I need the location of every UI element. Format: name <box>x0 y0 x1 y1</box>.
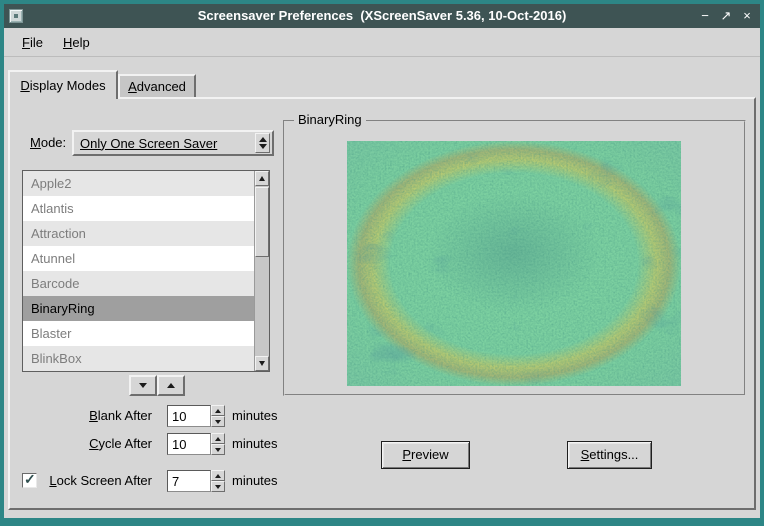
down-arrow-icon <box>139 383 147 388</box>
titlebar[interactable]: Screensaver Preferences (XScreenSaver 5.… <box>4 4 760 28</box>
spin-down-icon[interactable] <box>211 481 225 492</box>
saver-list-item-selected[interactable]: BinaryRing <box>23 296 254 321</box>
tab-display-modes[interactable]: Display Modes <box>8 70 118 99</box>
maximize-icon[interactable]: ↗ <box>717 7 735 25</box>
mode-combo-value: Only One Screen Saver <box>74 136 255 151</box>
cycle-after-spinbox <box>167 433 225 455</box>
lock-after-spinbox <box>167 470 225 492</box>
display-modes-panel: Mode: Only One Screen Saver Apple2 Atlan… <box>8 97 756 510</box>
saver-list-item[interactable]: BlinkBox <box>23 346 254 371</box>
window-title: Screensaver Preferences (XScreenSaver 5.… <box>4 4 760 28</box>
spin-up-icon[interactable] <box>211 405 225 416</box>
blank-after-unit: minutes <box>232 404 278 428</box>
saver-list-item[interactable]: Atlantis <box>23 196 254 221</box>
up-arrow-icon <box>259 137 267 142</box>
list-scrollbar[interactable] <box>254 171 269 371</box>
scrollbar-down-icon[interactable] <box>255 356 269 371</box>
mode-label: Mode: <box>30 130 66 156</box>
preview-frame <box>283 120 746 396</box>
settings-button[interactable]: Settings... <box>567 441 652 469</box>
scrollbar-thumb[interactable] <box>255 187 269 257</box>
blank-after-input[interactable] <box>167 405 211 427</box>
spin-down-icon[interactable] <box>211 444 225 455</box>
tab-advanced[interactable]: Advanced <box>118 74 196 97</box>
mode-combo[interactable]: Only One Screen Saver <box>72 130 274 156</box>
spin-up-icon[interactable] <box>211 433 225 444</box>
preview-button[interactable]: Preview <box>381 441 470 469</box>
saver-list-item[interactable]: Attraction <box>23 221 254 246</box>
xscreensaver-preferences-window: Screensaver Preferences (XScreenSaver 5.… <box>0 0 764 526</box>
scrollbar-up-icon[interactable] <box>255 171 269 186</box>
saver-list-item[interactable]: Blaster <box>23 321 254 346</box>
menubar: File Help <box>4 28 760 57</box>
blank-after-spinbox <box>167 405 225 427</box>
binaryring-preview-image <box>347 141 681 386</box>
menu-file[interactable]: File <box>12 31 53 54</box>
blank-after-label: Blank After <box>10 404 152 428</box>
saver-list-item[interactable]: Atunnel <box>23 246 254 271</box>
spin-down-icon[interactable] <box>211 416 225 427</box>
lock-after-unit: minutes <box>232 469 278 493</box>
lock-after-input[interactable] <box>167 470 211 492</box>
cycle-after-unit: minutes <box>232 432 278 456</box>
minimize-icon[interactable]: − <box>696 7 714 25</box>
list-down-button[interactable] <box>129 375 157 396</box>
saver-list: Apple2 Atlantis Attraction Atunnel Barco… <box>22 170 270 372</box>
down-arrow-icon <box>259 144 267 149</box>
menu-help[interactable]: Help <box>53 31 100 54</box>
up-arrow-icon <box>167 383 175 388</box>
saver-list-item[interactable]: Barcode <box>23 271 254 296</box>
spin-up-icon[interactable] <box>211 470 225 481</box>
close-icon[interactable]: × <box>738 7 756 25</box>
cycle-after-input[interactable] <box>167 433 211 455</box>
combo-spinner-icon[interactable] <box>255 133 270 153</box>
saver-list-item[interactable]: Apple2 <box>23 171 254 196</box>
lock-screen-label: Lock Screen After <box>10 469 152 493</box>
list-up-button[interactable] <box>157 375 185 396</box>
cycle-after-label: Cycle After <box>10 432 152 456</box>
preview-frame-label: BinaryRing <box>294 112 366 127</box>
